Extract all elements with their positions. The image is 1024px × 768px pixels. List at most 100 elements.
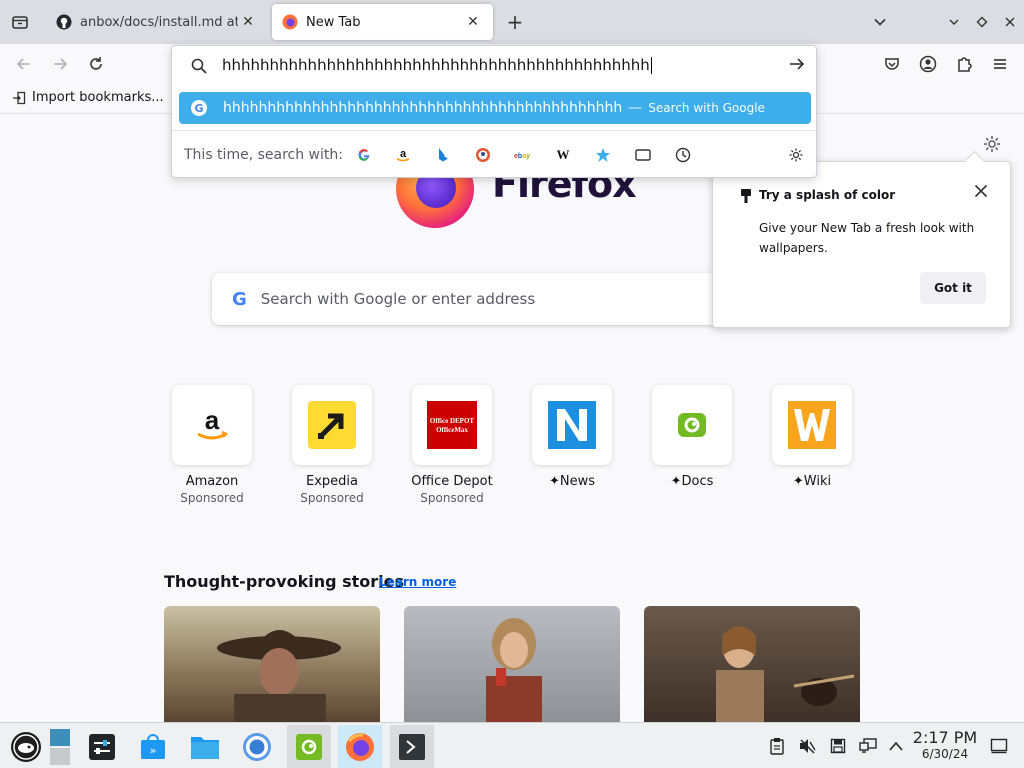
network-icon xyxy=(859,738,877,753)
news-icon xyxy=(548,401,596,449)
reload-icon xyxy=(90,57,102,70)
story-card[interactable] xyxy=(644,606,860,722)
engine-google-button[interactable] xyxy=(356,147,372,163)
extensions-button[interactable] xyxy=(952,52,976,76)
tray-clipboard[interactable] xyxy=(766,735,788,757)
top-site-amazon[interactable]: a Amazon Sponsored xyxy=(172,385,252,505)
list-all-tabs-button[interactable] xyxy=(8,10,32,34)
window-minimize-button[interactable] xyxy=(942,10,966,34)
search-history-button[interactable] xyxy=(675,147,691,163)
top-site-expedia[interactable]: Expedia Sponsored xyxy=(292,385,372,505)
account-button[interactable] xyxy=(916,52,940,76)
taskbar-file-manager[interactable] xyxy=(183,725,227,768)
bing-icon xyxy=(439,148,448,162)
opensuse-icon xyxy=(678,413,706,437)
show-desktop-button[interactable] xyxy=(988,735,1010,757)
new-tab-button[interactable]: + xyxy=(503,10,527,34)
import-bookmarks-label: Import bookmarks... xyxy=(32,90,164,105)
close-tab-button[interactable]: ✕ xyxy=(238,12,258,32)
top-site-news[interactable]: ✦News xyxy=(532,385,612,489)
minimize-icon xyxy=(949,19,959,25)
tile-label: ✦News xyxy=(548,474,596,489)
engine-bing-button[interactable] xyxy=(435,147,451,163)
search-suggestion-row[interactable]: G hhhhhhhhhhhhhhhhhhhhhhhhhhhhhhhhhhhhhh… xyxy=(179,92,811,124)
amazon-icon: a xyxy=(396,148,410,162)
engine-ebay-button[interactable]: ebay xyxy=(514,147,532,163)
window-close-button[interactable] xyxy=(998,10,1022,34)
list-tabs-dropdown-button[interactable] xyxy=(868,10,892,34)
pin-icon: ✦ xyxy=(792,474,804,489)
paintbrush-icon xyxy=(741,189,751,203)
top-site-docs[interactable]: ✦Docs xyxy=(652,385,732,489)
plus-icon: + xyxy=(506,10,524,34)
taskbar-system-settings[interactable] xyxy=(80,725,124,768)
taskbar-opensuse-app[interactable] xyxy=(287,725,331,768)
window-maximize-button[interactable] xyxy=(970,10,994,34)
got-it-button[interactable]: Got it xyxy=(920,272,986,304)
back-button[interactable] xyxy=(12,52,36,76)
tray-storage[interactable] xyxy=(827,735,849,757)
tab-icon xyxy=(635,149,651,161)
chevron-up-icon xyxy=(889,741,903,751)
account-icon xyxy=(919,55,937,73)
duckduckgo-icon xyxy=(476,148,490,162)
taskbar-discover[interactable]: » xyxy=(131,725,175,768)
taskbar-chromium[interactable] xyxy=(235,725,279,768)
tile-label: Office Depot xyxy=(411,474,493,489)
import-bookmarks-button[interactable]: Import bookmarks... xyxy=(12,90,164,105)
one-off-search-row: This time, search with: a ebay W xyxy=(172,130,816,178)
go-button[interactable] xyxy=(788,55,806,78)
url-input[interactable]: hhhhhhhhhhhhhhhhhhhhhhhhhhhhhhhhhhhhhhhh… xyxy=(222,56,652,74)
tab-new-tab[interactable]: New Tab ✕ xyxy=(272,4,493,40)
svg-text:»: » xyxy=(150,744,157,757)
text-caret xyxy=(650,57,652,74)
taskbar-firefox[interactable] xyxy=(338,725,382,768)
engine-wikipedia-button[interactable]: W xyxy=(555,147,571,163)
learn-more-link[interactable]: Learn more xyxy=(379,575,456,589)
pocket-button[interactable] xyxy=(880,52,904,76)
tile-label: Amazon xyxy=(185,474,239,489)
one-off-label: This time, search with: xyxy=(184,146,343,163)
search-settings-button[interactable] xyxy=(788,147,804,163)
tab-anbox-docs[interactable]: anbox/docs/install.md at m ✕ xyxy=(46,4,268,40)
search-bookmarks-button[interactable] xyxy=(595,147,611,163)
tray-volume[interactable] xyxy=(796,735,818,757)
chromium-icon xyxy=(243,733,271,761)
reload-button[interactable] xyxy=(84,52,108,76)
app-menu-button[interactable] xyxy=(988,52,1012,76)
top-site-wiki[interactable]: ✦Wiki xyxy=(772,385,852,489)
arrow-left-icon xyxy=(16,58,30,70)
newtab-search-box[interactable]: G Search with Google or enter address xyxy=(212,273,722,325)
tray-expand-button[interactable] xyxy=(885,735,907,757)
engine-amazon-button[interactable]: a xyxy=(395,147,411,163)
close-icon xyxy=(974,184,988,198)
office-depot-icon: Office DEPOTOfficeMax xyxy=(427,401,477,449)
digital-clock[interactable]: 2:17 PM 6/30/24 xyxy=(912,728,978,761)
newtab-settings-button[interactable] xyxy=(982,134,1002,154)
pocket-icon xyxy=(885,58,899,70)
svg-text:a: a xyxy=(400,148,407,160)
story-image xyxy=(217,630,341,722)
desktop-icon xyxy=(990,738,1008,754)
engine-duckduckgo-button[interactable] xyxy=(475,147,491,163)
story-card[interactable] xyxy=(164,606,380,722)
gear-icon xyxy=(789,148,803,162)
url-input-row: hhhhhhhhhhhhhhhhhhhhhhhhhhhhhhhhhhhhhhhh… xyxy=(172,46,816,86)
tray-network[interactable] xyxy=(857,735,879,757)
suggestion-action: Search with Google xyxy=(648,101,765,115)
taskbar-terminal[interactable] xyxy=(390,725,434,768)
story-image xyxy=(486,618,542,722)
github-icon xyxy=(56,14,72,30)
callout-close-button[interactable] xyxy=(974,182,988,203)
tab-title: New Tab xyxy=(306,14,361,30)
top-site-office-depot[interactable]: Office DEPOT OfficeMax Office Depot Spons… xyxy=(411,385,493,505)
search-tabs-button[interactable] xyxy=(635,147,651,163)
gear-icon xyxy=(984,136,1000,152)
chevron-down-icon xyxy=(874,18,886,26)
wikipedia-icon: W xyxy=(557,148,570,162)
virtual-desktop-pager[interactable] xyxy=(38,725,82,768)
forward-button[interactable] xyxy=(48,52,72,76)
close-tab-button[interactable]: ✕ xyxy=(463,12,483,32)
maximize-icon xyxy=(976,16,988,28)
story-card[interactable] xyxy=(404,606,620,722)
